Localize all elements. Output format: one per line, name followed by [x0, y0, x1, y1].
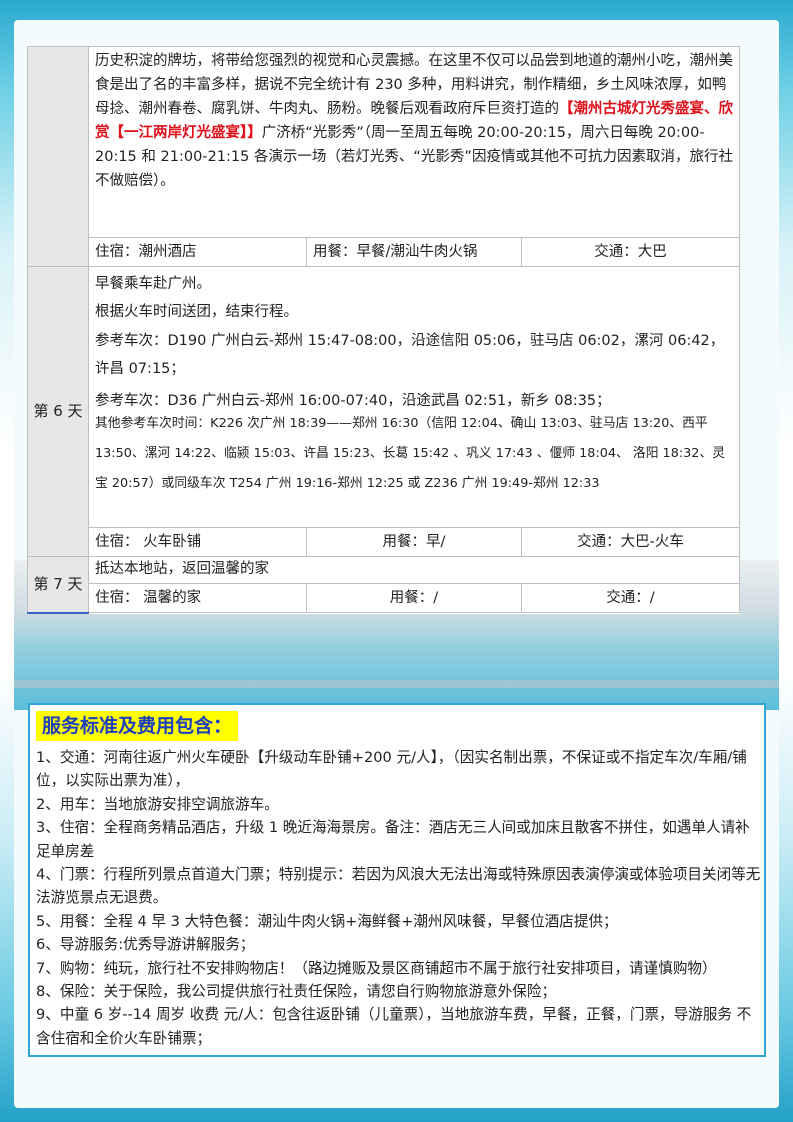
day6-info-row: 住宿： 火车卧铺 用餐：早/ 交通：大巴-火车 — [28, 527, 740, 557]
service-item: 8、保险：关于保险，我公司提供旅行社责任保险，请您自行购物旅游意外保险； — [36, 983, 557, 1001]
day6-line2: 根据火车时间送团，结束行程。 — [95, 304, 298, 320]
service-item: 6、导游服务:优秀导游讲解服务； — [36, 936, 255, 954]
day6-meal: 用餐：早/ — [306, 528, 522, 556]
day5-info-row: 住宿：潮州酒店 用餐：早餐/潮汕牛肉火锅 交通：大巴 — [28, 237, 740, 267]
itinerary-table: 历史积淀的牌坊，将带给您强烈的视觉和心灵震撼。在这里不仅可以品尝到地道的潮州小吃… — [27, 46, 740, 614]
day7-info-row: 住宿： 温馨的家 用餐：/ 交通：/ — [28, 583, 740, 613]
service-item: 9、中童 6 岁--14 周岁 收费 元/人：包含往返卧铺（儿童票），当地旅游车… — [36, 1006, 752, 1047]
day6-content-row: 第 6 天 早餐乘车赴广州。 根据火车时间送团，结束行程。 参考车次：D190 … — [27, 266, 740, 557]
service-title: 服务标准及费用包含： — [36, 711, 239, 741]
service-item: 2、用车：当地旅游安排空调旅游车。 — [36, 795, 279, 813]
day7-label: 第 7 天 — [33, 574, 83, 593]
service-item: 3、住宿：全程商务精品酒店，升级 1 晚近海海景房。备注：酒店无三人间或加床且散… — [36, 819, 750, 860]
day5-meal: 用餐：早餐/潮汕牛肉火锅 — [306, 238, 522, 266]
day7-transport: 交通：/ — [521, 584, 739, 612]
service-list: 1、交通：河南往返广州火车硬卧【升级动车卧铺+200 元/人】，（因实名制出票，… — [36, 746, 762, 1050]
day6-description: 早餐乘车赴广州。 根据火车时间送团，结束行程。 参考车次：D190 广州白云-郑… — [88, 266, 740, 528]
day7-description: 抵达本地站，返回温馨的家 — [88, 556, 740, 584]
day5-transport: 交通：大巴 — [521, 238, 739, 266]
day7-stay: 住宿： 温馨的家 — [95, 590, 202, 606]
day7-meal: 用餐：/ — [306, 584, 522, 612]
day6-train-other: 其他参考车次时间：K226 次广州 18:39——郑州 16:30（信阳 12:… — [95, 416, 726, 491]
day6-line1: 早餐乘车赴广州。 — [95, 276, 211, 292]
day5-description: 历史积淀的牌坊，将带给您强烈的视觉和心灵震撼。在这里不仅可以品尝到地道的潮州小吃… — [88, 46, 740, 238]
service-item: 7、购物：纯玩，旅行社不安排购物店！（路边摊贩及景区商铺超市不属于旅行社安排项目… — [36, 959, 717, 977]
day7-label-cell: 第 7 天 — [27, 556, 89, 614]
service-item: 1、交通：河南往返广州火车硬卧【升级动车卧铺+200 元/人】，（因实名制出票，… — [36, 749, 747, 790]
day7-line1: 抵达本地站，返回温馨的家 — [95, 561, 269, 577]
day6-train-ref1: 参考车次：D190 广州白云-郑州 15:47-08:00，沿途信阳 05:06… — [95, 333, 725, 377]
service-box: 服务标准及费用包含： 1、交通：河南往返广州火车硬卧【升级动车卧铺+200 元/… — [28, 703, 766, 1057]
service-item: 5、用餐：全程 4 早 3 大特色餐：潮汕牛肉火锅+海鲜餐+潮州风味餐，早餐位酒… — [36, 912, 618, 930]
background-railing — [14, 680, 779, 688]
day7-content-row: 第 7 天 抵达本地站，返回温馨的家 — [27, 556, 740, 614]
service-item: 4、门票：行程所列景点首道大门票；特别提示：若因为风浪大无法出海或特殊原因表演停… — [36, 866, 761, 907]
day6-stay: 住宿： 火车卧铺 — [95, 534, 202, 550]
day6-transport: 交通：大巴-火车 — [521, 528, 739, 556]
day5-content-row: 历史积淀的牌坊，将带给您强烈的视觉和心灵震撼。在这里不仅可以品尝到地道的潮州小吃… — [27, 46, 740, 267]
day6-label: 第 6 天 — [33, 402, 83, 420]
day5-stay: 住宿：潮州酒店 — [95, 244, 197, 260]
day6-label-cell: 第 6 天 — [27, 266, 89, 557]
day5-label-cell — [27, 46, 89, 267]
